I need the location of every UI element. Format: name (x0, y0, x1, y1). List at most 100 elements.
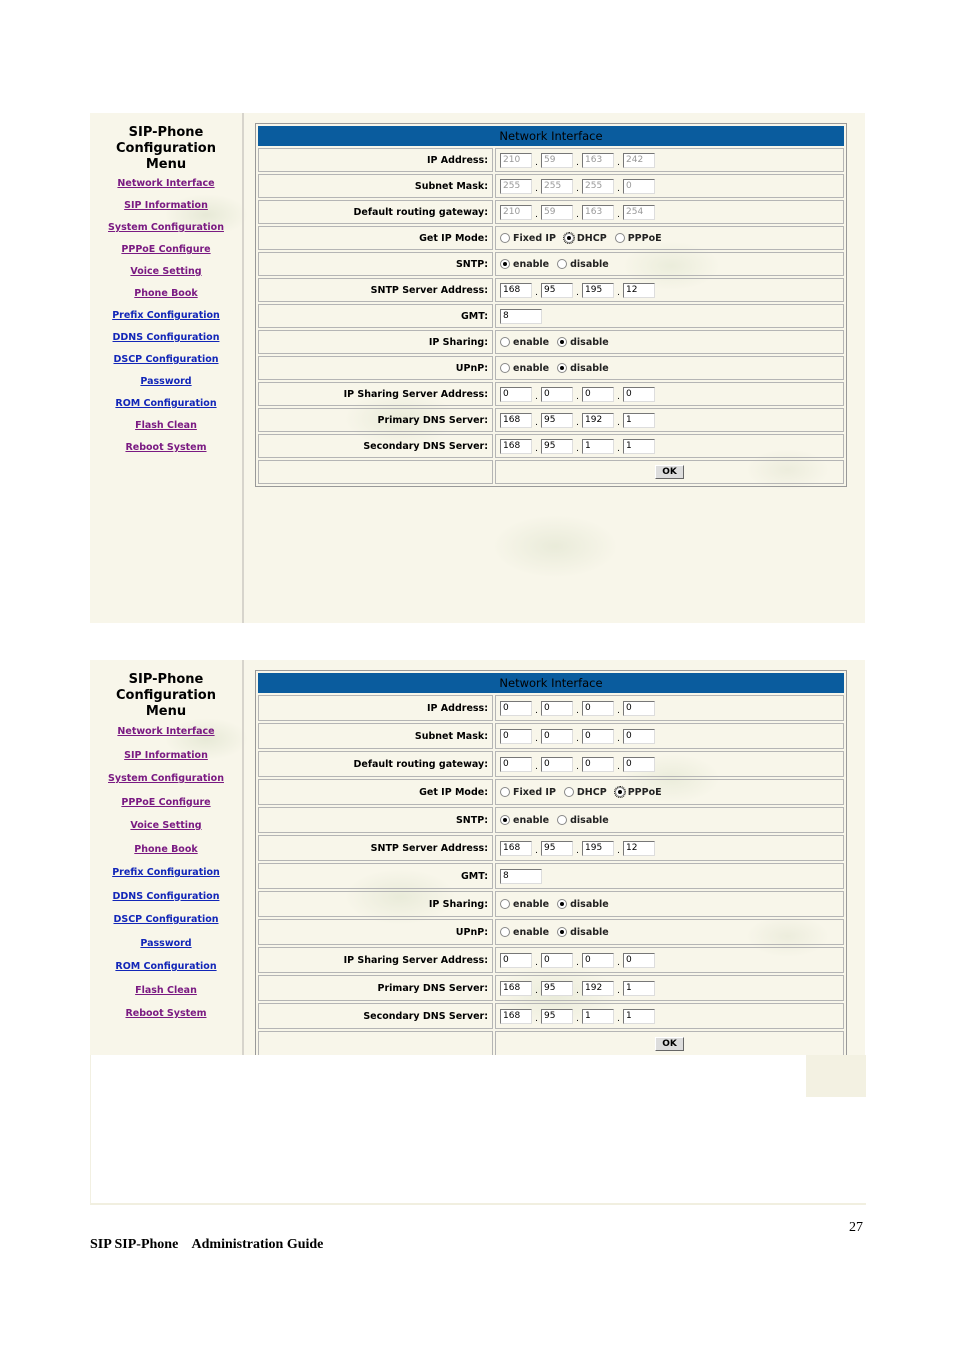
menu-link-password[interactable]: Password (90, 932, 242, 956)
ip-sharing-server-octet-4[interactable]: 0 (623, 952, 655, 968)
gateway-octet-3[interactable]: 0 (582, 756, 614, 772)
menu-link-voice-setting[interactable]: Voice Setting (90, 261, 242, 283)
menu-link-rom-configuration[interactable]: ROM Configuration (90, 955, 242, 979)
menu-link-voice-setting[interactable]: Voice Setting (90, 814, 242, 838)
secondary-dns-octet-4[interactable]: 1 (623, 1008, 655, 1024)
primary-dns-octet-3[interactable]: 192 (582, 980, 614, 996)
menu-link-network-interface[interactable]: Network Interface (90, 173, 242, 195)
octet-separator: . (576, 705, 579, 716)
menu-link-prefix-configuration[interactable]: Prefix Configuration (90, 861, 242, 885)
radio-dhcp[interactable] (563, 787, 574, 797)
secondary-dns-octet-1[interactable]: 168 (500, 1008, 532, 1024)
menu-link-reboot-system[interactable]: Reboot System (90, 1002, 242, 1026)
radio-pppoe[interactable] (613, 786, 626, 798)
radio-fixed-ip[interactable] (500, 787, 510, 797)
primary-dns-octet-4[interactable]: 1 (623, 980, 655, 996)
secondary-dns-octet-2[interactable]: 95 (541, 438, 573, 454)
ip-sharing-server-octet-1[interactable]: 0 (500, 386, 532, 402)
ip-address-octet-1[interactable]: 0 (500, 700, 532, 716)
ip-sharing-server-octet-3[interactable]: 0 (582, 952, 614, 968)
sntp-server-octet-2[interactable]: 95 (541, 840, 573, 856)
primary-dns-octet-1[interactable]: 168 (500, 980, 532, 996)
sntp-radio-disable[interactable] (557, 259, 568, 269)
sntp-server-octet-2[interactable]: 95 (541, 282, 573, 298)
sntp-server-octet-1[interactable]: 168 (500, 282, 532, 298)
menu-link-password[interactable]: Password (90, 371, 242, 393)
sntp-server-label: SNTP Server Address: (258, 278, 493, 302)
menu-link-pppoe-configure[interactable]: PPPoE Configure (90, 791, 242, 815)
primary-dns-octet-1[interactable]: 168 (500, 412, 532, 428)
menu-link-dscp-configuration[interactable]: DSCP Configuration (90, 349, 242, 371)
ip-sharing-server-octet-2[interactable]: 0 (541, 952, 573, 968)
menu-link-pppoe-configure[interactable]: PPPoE Configure (90, 239, 242, 261)
ip-sharing-radio-disable[interactable] (557, 899, 568, 909)
secondary-dns-octet-1[interactable]: 168 (500, 438, 532, 454)
gmt-input[interactable]: 8 (500, 308, 542, 324)
radio-pppoe[interactable] (614, 233, 625, 243)
menu-link-dscp-configuration[interactable]: DSCP Configuration (90, 908, 242, 932)
gateway-octet-4[interactable]: 0 (623, 756, 655, 772)
subnet-mask-octet-1[interactable]: 0 (500, 728, 532, 744)
sntp-radio-disable[interactable] (557, 815, 568, 825)
gateway-octet-1[interactable]: 0 (500, 756, 532, 772)
menu-link-system-configuration[interactable]: System Configuration (90, 767, 242, 791)
menu-link-network-interface[interactable]: Network Interface (90, 720, 242, 744)
sntp-server-octet-1[interactable]: 168 (500, 840, 532, 856)
ip-sharing-radio-enable[interactable] (500, 337, 510, 347)
secondary-dns-octet-2[interactable]: 95 (541, 1008, 573, 1024)
menu-link-ddns-configuration[interactable]: DDNS Configuration (90, 885, 242, 909)
menu-title-line: Configuration (116, 141, 216, 156)
ip-address-octet-2[interactable]: 0 (541, 700, 573, 716)
secondary-dns-octet-3[interactable]: 1 (582, 438, 614, 454)
primary-dns-octet-3[interactable]: 192 (582, 412, 614, 428)
ip-sharing-server-octet-1[interactable]: 0 (500, 952, 532, 968)
sntp-radio-enable[interactable] (500, 815, 510, 825)
octet-separator: . (576, 985, 579, 996)
octet-separator: . (576, 183, 579, 194)
gmt-input[interactable]: 8 (500, 868, 542, 884)
ip-sharing-server-octet-2[interactable]: 0 (541, 386, 573, 402)
upnp-radio-enable[interactable] (500, 363, 510, 373)
upnp-radio-disable[interactable] (557, 927, 568, 937)
ip-sharing-server-octet-3[interactable]: 0 (582, 386, 614, 402)
ip-sharing-radio-disable[interactable] (557, 337, 568, 347)
menu-link-phone-book[interactable]: Phone Book (90, 283, 242, 305)
radio-fixed-ip[interactable] (500, 233, 510, 243)
primary-dns-octet-2[interactable]: 95 (541, 412, 573, 428)
menu-link-sip-information[interactable]: SIP Information (90, 195, 242, 217)
subnet-mask-octet-2[interactable]: 0 (541, 728, 573, 744)
secondary-dns-octet-3[interactable]: 1 (582, 1008, 614, 1024)
sntp-server-octet-4[interactable]: 12 (623, 840, 655, 856)
ip-sharing-server-octet-4[interactable]: 0 (623, 386, 655, 402)
subnet-mask-octet-4[interactable]: 0 (623, 728, 655, 744)
menu-link-rom-configuration[interactable]: ROM Configuration (90, 393, 242, 415)
menu-link-flash-clean[interactable]: Flash Clean (90, 979, 242, 1003)
sntp-server-octet-3[interactable]: 195 (582, 840, 614, 856)
subnet-mask-octet-3[interactable]: 0 (582, 728, 614, 744)
sntp-server-value: 168. 95. 195. 12 (495, 835, 844, 861)
upnp-radio-enable[interactable] (500, 927, 510, 937)
ok-button[interactable]: OK (655, 465, 684, 479)
primary-dns-octet-4[interactable]: 1 (623, 412, 655, 428)
menu-link-ddns-configuration[interactable]: DDNS Configuration (90, 327, 242, 349)
upnp-radio-disable[interactable] (557, 363, 568, 373)
secondary-dns-octet-4[interactable]: 1 (623, 438, 655, 454)
sntp-server-octet-4[interactable]: 12 (623, 282, 655, 298)
radio-dhcp[interactable] (562, 232, 575, 244)
menu-link-reboot-system[interactable]: Reboot System (90, 437, 242, 459)
sntp-radio-enable[interactable] (500, 259, 510, 269)
menu-link-flash-clean[interactable]: Flash Clean (90, 415, 242, 437)
menu-link-sip-information[interactable]: SIP Information (90, 744, 242, 768)
radio-label-fixed-ip: Fixed IP (513, 786, 556, 798)
menu-link-system-configuration[interactable]: System Configuration (90, 217, 242, 239)
gateway-octet-2[interactable]: 0 (541, 756, 573, 772)
ok-button[interactable]: OK (655, 1037, 684, 1051)
menu-link-phone-book[interactable]: Phone Book (90, 838, 242, 862)
ip-address-octet-4[interactable]: 0 (623, 700, 655, 716)
menu-link-prefix-configuration[interactable]: Prefix Configuration (90, 305, 242, 327)
primary-dns-octet-2[interactable]: 95 (541, 980, 573, 996)
sntp-server-octet-3[interactable]: 195 (582, 282, 614, 298)
ip-address-octet-3[interactable]: 0 (582, 700, 614, 716)
ip-sharing-radio-enable[interactable] (500, 899, 510, 909)
octet-separator: . (617, 985, 620, 996)
